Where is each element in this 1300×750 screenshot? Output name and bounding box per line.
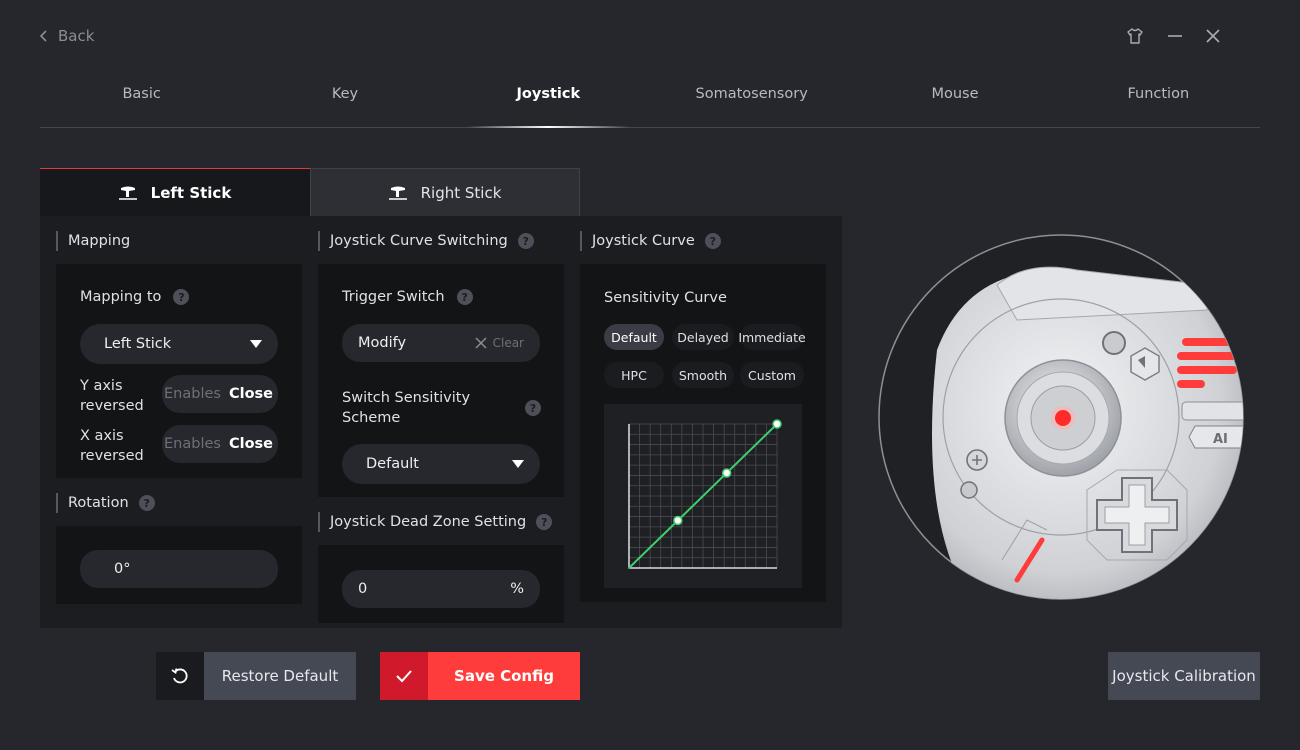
x-axis-label: X axis reversed [80,426,144,466]
x-axis-label-line2: reversed [80,448,144,464]
mapping-to-select[interactable]: Left Stick [80,324,278,364]
curve-control-point[interactable] [772,419,782,429]
tshirt-icon [1127,28,1143,44]
back-button[interactable]: Back [38,25,94,47]
help-icon[interactable]: ? [173,289,190,305]
restore-icon-box [156,652,204,700]
trigger-switch-row: Trigger Switch ? [342,289,473,305]
curve-control-point[interactable] [721,468,732,478]
help-icon[interactable]: ? [536,514,553,530]
minimize-icon [1168,35,1182,37]
joystick-calibration-button[interactable]: Joystick Calibration [1108,652,1260,700]
mapping-section-title: Mapping [56,231,130,251]
back-label: Back [58,27,95,45]
chevron-down-icon [250,340,262,348]
help-icon[interactable]: ? [456,289,473,305]
help-icon[interactable]: ? [138,495,155,511]
controller-illustration: AI [877,230,1247,605]
curve-control-point[interactable] [673,515,683,526]
preset-default-chip[interactable]: Default [604,324,664,350]
rotation-section-title: Rotation ? [56,493,155,513]
tab-somatosensory[interactable]: Somatosensory [650,80,853,127]
tab-key[interactable]: Key [243,80,446,127]
dead-zone-title: Joystick Dead Zone Setting [330,514,527,530]
tab-basic[interactable]: Basic [40,80,243,127]
trigger-switch-input[interactable]: Modify Clear [342,324,540,362]
main-tabs: Basic Key Joystick Somatosensory Mouse F… [40,80,1260,128]
controller-image: AI [878,234,1244,600]
trigger-switch-label: Trigger Switch [342,289,445,305]
joystick-calibration-label: Joystick Calibration [1112,667,1256,685]
help-icon[interactable]: ? [517,233,534,249]
trigger-switch-value: Modify [358,335,407,351]
restore-default-label: Restore Default [221,667,339,685]
switch-scheme-select[interactable]: Default [342,444,540,484]
mapping-to-label: Mapping to [80,289,162,305]
save-icon-box [380,652,428,700]
skin-button[interactable] [1123,24,1147,48]
joystick-curve-title: Joystick Curve [592,233,695,249]
x-axis-close-option[interactable]: Close [221,436,273,452]
y-axis-toggle[interactable]: Enables Close [162,375,278,413]
checkmark-icon [396,670,412,683]
x-axis-enables-option[interactable]: Enables [162,436,221,452]
clear-label: Clear [492,336,524,350]
y-axis-label-line1: Y axis [80,378,123,394]
y-axis-label-line2: reversed [80,398,144,414]
y-axis-label: Y axis reversed [80,376,144,416]
restore-default-button[interactable]: Restore Default [156,652,356,700]
undo-icon [171,668,188,684]
curve-switching-title: Joystick Curve Switching [330,233,508,249]
joystick-icon [118,186,137,200]
right-stick-tab[interactable]: Right Stick [310,168,580,216]
preset-immediate-chip[interactable]: Immediate [738,324,806,350]
minimize-button[interactable] [1163,24,1187,48]
chevron-down-icon [512,460,524,468]
switch-scheme-label-line1: Switch Sensitivity [342,390,471,406]
dead-zone-unit: % [510,581,524,597]
svg-text:AI: AI [1213,432,1228,447]
close-icon [1206,29,1220,43]
tab-mouse[interactable]: Mouse [853,80,1056,127]
mapping-to-row: Mapping to ? [80,289,190,305]
right-stick-label: Right Stick [420,183,502,202]
mapping-title: Mapping [68,233,131,249]
save-config-button[interactable]: Save Config [380,652,580,700]
rotation-input[interactable]: 0° [80,550,278,588]
y-axis-enables-option[interactable]: Enables [162,386,221,402]
dead-zone-value: 0 [358,581,368,597]
sensitivity-curve-label: Sensitivity Curve [604,290,727,306]
tab-joystick[interactable]: Joystick [447,80,650,128]
close-window-button[interactable] [1201,24,1225,48]
save-config-label: Save Config [454,667,554,685]
switch-scheme-label-line2: Scheme [342,410,401,426]
tab-function[interactable]: Function [1057,80,1260,127]
close-icon [475,337,487,349]
curve-switching-section-title: Joystick Curve Switching ? [318,231,534,251]
curve-graph[interactable] [604,404,802,588]
clear-button[interactable]: Clear [475,336,524,350]
help-icon[interactable]: ? [704,233,721,249]
preset-delayed-chip[interactable]: Delayed [672,324,734,350]
x-axis-label-line1: X axis [80,428,124,444]
preset-custom-chip[interactable]: Custom [740,362,804,388]
preset-smooth-chip[interactable]: Smooth [672,362,734,388]
preset-hpc-chip[interactable]: HPC [604,362,664,388]
dead-zone-section-title: Joystick Dead Zone Setting ? [318,512,553,532]
dead-zone-input[interactable]: 0 % [342,570,540,608]
switch-scheme-value: Default [366,456,419,472]
joystick-icon [388,186,407,200]
y-axis-close-option[interactable]: Close [221,386,273,402]
mapping-to-value: Left Stick [104,336,172,352]
joystick-curve-section-title: Joystick Curve ? [580,231,721,251]
rotation-value: 0° [114,561,131,577]
left-stick-label: Left Stick [150,183,232,202]
help-icon[interactable]: ? [525,400,541,416]
x-axis-toggle[interactable]: Enables Close [162,425,278,463]
chevron-left-icon [39,30,47,42]
switch-scheme-label: Switch Sensitivity Scheme [342,388,470,428]
left-stick-tab[interactable]: Left Stick [40,168,310,216]
rotation-title: Rotation [68,495,129,511]
curve-graph-area [604,404,802,588]
